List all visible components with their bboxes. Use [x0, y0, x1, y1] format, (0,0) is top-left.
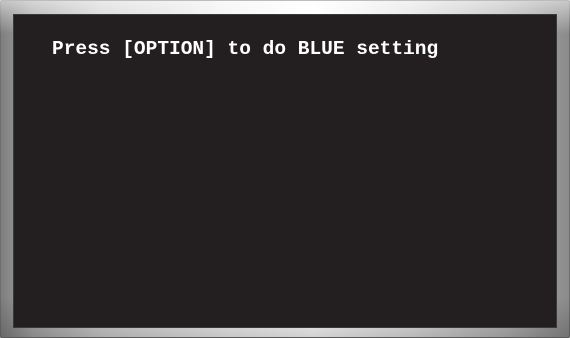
osd-instruction-text: Press [OPTION] to do BLUE setting [52, 38, 439, 60]
monitor-bezel: Press [OPTION] to do BLUE setting [0, 0, 570, 338]
monitor-screen: Press [OPTION] to do BLUE setting [14, 15, 556, 327]
